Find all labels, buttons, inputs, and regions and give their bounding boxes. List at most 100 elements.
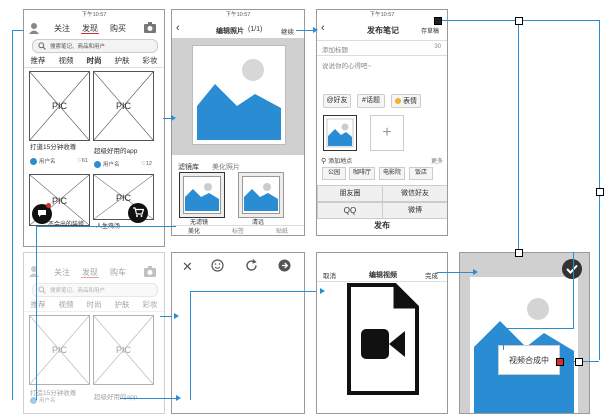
flow-arrow [313, 27, 318, 33]
connector-handle[interactable] [515, 249, 523, 257]
card-meta: 用户名 ♡ 12 [94, 160, 152, 168]
share-wechat-button[interactable]: 微信好友 [382, 185, 447, 202]
category-video[interactable]: 视频 [59, 55, 74, 67]
tab-buy[interactable]: 购买 [110, 23, 126, 34]
search-input[interactable]: 搜索笔记、商品和用户 [32, 283, 158, 297]
connector-handle[interactable] [556, 358, 564, 366]
card-username: 用户名 [103, 162, 120, 168]
category-tabs: 推荐 视频 时尚 护肤 彩妆 [24, 55, 164, 68]
pic-label: PIC [115, 344, 131, 355]
flow-connector [190, 291, 191, 400]
pic-label: PIC [115, 193, 131, 204]
card-meta: 用户名 ♡ 61 [30, 157, 88, 165]
tab-beautify-photo[interactable]: 美化照片 [212, 162, 240, 172]
add-location-label: 添加地点 [328, 159, 353, 165]
close-icon[interactable]: ✕ [182, 259, 193, 275]
card-title[interactable]: 打道15分钟收尊 [30, 141, 76, 151]
tab-tags[interactable]: 标签 [232, 226, 244, 235]
connector-handle[interactable] [434, 17, 442, 25]
category-tabs: 推荐 视频 时尚 护肤 彩妆 [24, 299, 164, 312]
title-char-limit: 30 [434, 44, 441, 50]
check-icon[interactable] [562, 259, 582, 279]
flow-connector [437, 272, 473, 273]
search-input[interactable]: 搜索笔记、商品和用户 [32, 39, 158, 53]
avatar [30, 157, 37, 165]
flow-connector [160, 316, 172, 317]
mention-friend-button[interactable]: @好友 [323, 94, 351, 108]
cancel-button[interactable]: 取消 [323, 270, 336, 280]
add-photo-button[interactable]: + [370, 115, 404, 151]
share-qq-button[interactable]: QQ [317, 202, 383, 219]
filter-thumb-qingyuan[interactable] [238, 172, 284, 218]
connector-handle[interactable] [596, 188, 604, 196]
tab-buy[interactable]: 购车 [110, 267, 126, 278]
cart-fab[interactable] [128, 203, 148, 223]
page-title: 编辑照片 [216, 28, 244, 35]
topic-button[interactable]: #话题 [357, 94, 385, 108]
card-meta: 用户名 [30, 396, 56, 404]
publish-button[interactable]: 发布 [317, 220, 447, 231]
emoji-icon[interactable] [211, 259, 224, 272]
connector-handle[interactable] [515, 17, 523, 25]
profile-icon[interactable] [28, 22, 40, 34]
more-locations[interactable]: 更多 [431, 156, 443, 165]
location-chip[interactable]: 饭店 [409, 167, 433, 180]
refresh-icon[interactable] [245, 259, 258, 272]
edit-photo-screen: 下午10:57 ‹ 编辑照片 (1/1) 继续 滤镜库 美化照片 无滤镜 清远 … [171, 9, 305, 236]
location-chip[interactable]: 电影院 [379, 167, 405, 180]
search-icon [38, 42, 46, 50]
feed-card-image[interactable]: PIC [93, 315, 154, 385]
location-pin-icon: ⚲ [321, 157, 327, 165]
next-button[interactable]: 继续 [281, 26, 294, 36]
location-chip[interactable]: 公园 [322, 167, 346, 180]
feed-card-image[interactable]: PIC [93, 71, 154, 141]
category-recommend[interactable]: 推荐 [31, 55, 46, 67]
tab-follow[interactable]: 关注 [54, 23, 70, 34]
flow-connector [503, 328, 574, 329]
category-video[interactable]: 视频 [59, 299, 74, 311]
status-bar: 下午10:57 [24, 10, 164, 18]
card-title[interactable]: 超级好用的app [94, 145, 137, 155]
active-tab-underline [81, 277, 99, 278]
category-skincare[interactable]: 护肤 [115, 55, 130, 67]
title-input[interactable]: 添加标题 30 [317, 40, 447, 56]
pic-label: PIC [51, 100, 67, 111]
card-username: 用户名 [39, 398, 56, 404]
notification-badge [46, 203, 51, 208]
pic-label: PIC [115, 100, 131, 111]
camera-icon[interactable] [144, 22, 156, 33]
share-weibo-button[interactable]: 微博 [382, 202, 447, 219]
category-fashion[interactable]: 时尚 [87, 299, 102, 311]
emoji-button[interactable]: 表情 [391, 94, 421, 108]
camera-icon[interactable] [144, 266, 156, 277]
plus-icon: + [382, 124, 392, 141]
add-location-row[interactable]: ⚲ 添加地点 更多 [321, 156, 443, 166]
back-icon[interactable]: ‹ [176, 22, 180, 34]
profile-icon[interactable] [28, 265, 40, 277]
category-recommend[interactable]: 推荐 [31, 299, 46, 311]
save-draft-button[interactable]: 存草稿 [421, 26, 439, 35]
back-icon[interactable]: ‹ [321, 22, 325, 34]
category-skincare[interactable]: 护肤 [115, 299, 130, 311]
location-chip[interactable]: 咖啡厅 [349, 167, 375, 180]
category-makeup[interactable]: 彩妆 [143, 299, 158, 311]
feed-card-image[interactable]: PIC [29, 71, 90, 141]
filter-thumb-none[interactable] [179, 172, 225, 218]
flow-connector [12, 30, 24, 31]
tab-follow[interactable]: 关注 [54, 267, 70, 278]
tab-filter-library[interactable]: 滤镜库 [178, 162, 199, 172]
category-makeup[interactable]: 彩妆 [143, 55, 158, 67]
connector-handle[interactable] [575, 358, 583, 366]
pic-label: PIC [51, 344, 67, 355]
tab-stickers[interactable]: 贴纸 [276, 226, 288, 235]
share-moments-button[interactable]: 朋友圈 [317, 185, 383, 202]
card-likes: 61 [81, 158, 88, 164]
tab-beautify[interactable]: 美化 [188, 226, 200, 235]
selected-photo-thumb[interactable] [323, 115, 357, 151]
feed-card-image[interactable]: PIC [29, 315, 90, 385]
content-placeholder[interactable]: 说说你的心得吧~ [322, 60, 371, 70]
photo-preview [172, 38, 304, 155]
bottom-tabs: 美化 标签 贴纸 [172, 225, 304, 235]
forward-icon[interactable] [278, 259, 291, 272]
category-fashion[interactable]: 时尚 [87, 55, 102, 67]
